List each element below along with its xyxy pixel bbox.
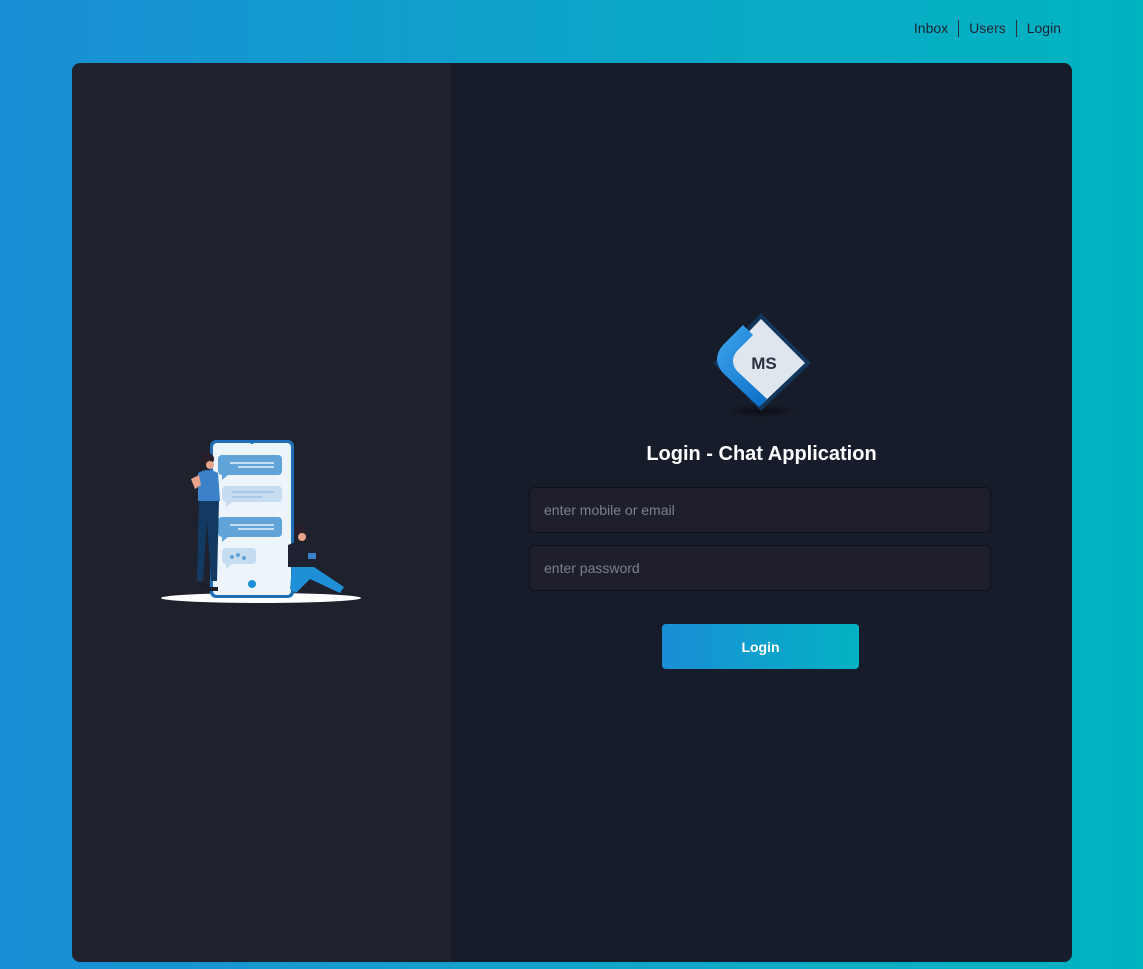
ms-logo-icon: MS [713,313,811,418]
chat-illustration-icon [161,440,361,603]
nav-login-link[interactable]: Login [1017,19,1061,37]
illustration-panel [72,63,451,962]
login-button[interactable]: Login [662,624,859,669]
email-field[interactable] [529,487,991,533]
login-card: MS Login - Chat Application Login [72,63,1072,962]
login-panel: MS Login - Chat Application Login [451,63,1072,962]
nav-inbox-link[interactable]: Inbox [904,19,958,37]
top-navigation: Inbox Users Login [904,19,1061,37]
password-field[interactable] [529,545,991,591]
page-title: Login - Chat Application [646,443,877,465]
nav-users-link[interactable]: Users [959,19,1016,37]
logo-text: MS [751,354,777,373]
